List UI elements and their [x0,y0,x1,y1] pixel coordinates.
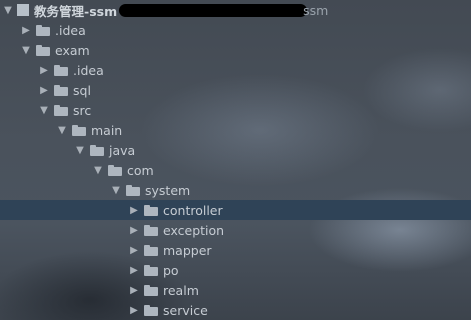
folder-icon [36,24,50,36]
chevron-right-icon[interactable]: ▶ [127,305,141,316]
chevron-right-icon[interactable]: ▶ [127,285,141,296]
folder-icon [144,264,158,276]
tree-row-realm[interactable]: ▶ realm [0,280,471,300]
tree-row-project-root[interactable]: ▼ 教务管理-ssm ssm [0,0,471,20]
chevron-down-icon[interactable]: ▼ [109,185,123,196]
chevron-right-icon[interactable]: ▶ [37,85,51,96]
tree-item-label: .idea [73,62,104,78]
tree-item-label: controller [163,202,223,218]
tree-row-controller[interactable]: ▶ controller [0,200,471,220]
tree-item-label: exam [55,42,90,58]
module-icon [17,4,29,16]
chevron-down-icon[interactable]: ▼ [91,165,105,176]
tree-item-label: mapper [163,242,212,258]
folder-icon [54,84,68,96]
tree-row-dot-idea[interactable]: ▶ .idea [0,60,471,80]
tree-row-exam[interactable]: ▼ exam [0,40,471,60]
folder-icon [54,64,68,76]
chevron-down-icon[interactable]: ▼ [55,125,69,136]
tree-row-com[interactable]: ▼ com [0,160,471,180]
chevron-right-icon[interactable]: ▶ [127,265,141,276]
tree-item-label: system [145,182,191,198]
tree-item-label: exception [163,222,225,238]
chevron-right-icon[interactable]: ▶ [127,225,141,236]
tree-row-sql[interactable]: ▶ sql [0,80,471,100]
project-root-label: 教务管理-ssm [34,3,118,19]
folder-icon [108,164,122,176]
folder-icon [144,244,158,256]
chevron-down-icon[interactable]: ▼ [19,45,33,56]
folder-icon [54,104,68,116]
folder-icon [144,224,158,236]
tree-item-label: service [163,302,208,318]
tree-row-mapper[interactable]: ▶ mapper [0,240,471,260]
project-path-tail: ssm [303,2,329,18]
chevron-right-icon[interactable]: ▶ [127,245,141,256]
project-tree: ▼ 教务管理-ssm ssm ▶ .idea ▼ exam ▶ .idea ▶ sql ▼ src… [0,0,471,320]
chevron-down-icon[interactable]: ▼ [73,145,87,156]
tree-row-main[interactable]: ▼ main [0,120,471,140]
tree-item-label: sql [73,82,91,98]
tree-item-label: po [163,262,179,278]
tree-row-system[interactable]: ▼ system [0,180,471,200]
chevron-down-icon[interactable]: ▼ [1,5,15,16]
folder-icon [36,44,50,56]
tree-row-src[interactable]: ▼ src [0,100,471,120]
tree-row-java[interactable]: ▼ java [0,140,471,160]
tree-row-dot-idea[interactable]: ▶ .idea [0,20,471,40]
folder-icon [144,284,158,296]
chevron-right-icon[interactable]: ▶ [19,25,33,36]
chevron-right-icon[interactable]: ▶ [37,65,51,76]
folder-icon [144,204,158,216]
tree-row-po[interactable]: ▶ po [0,260,471,280]
redacted-path [119,3,308,17]
folder-icon [90,144,104,156]
tree-item-label: main [91,122,123,138]
tree-item-label: realm [163,282,199,298]
folder-icon [144,304,158,316]
folder-icon [126,184,140,196]
tree-item-label: .idea [55,22,86,38]
tree-item-label: java [109,142,136,158]
tree-row-exception[interactable]: ▶ exception [0,220,471,240]
tree-item-label: src [73,102,92,118]
tree-row-service[interactable]: ▶ service [0,300,471,320]
chevron-right-icon[interactable]: ▶ [127,205,141,216]
chevron-down-icon[interactable]: ▼ [37,105,51,116]
tree-item-label: com [127,162,154,178]
folder-icon [72,124,86,136]
